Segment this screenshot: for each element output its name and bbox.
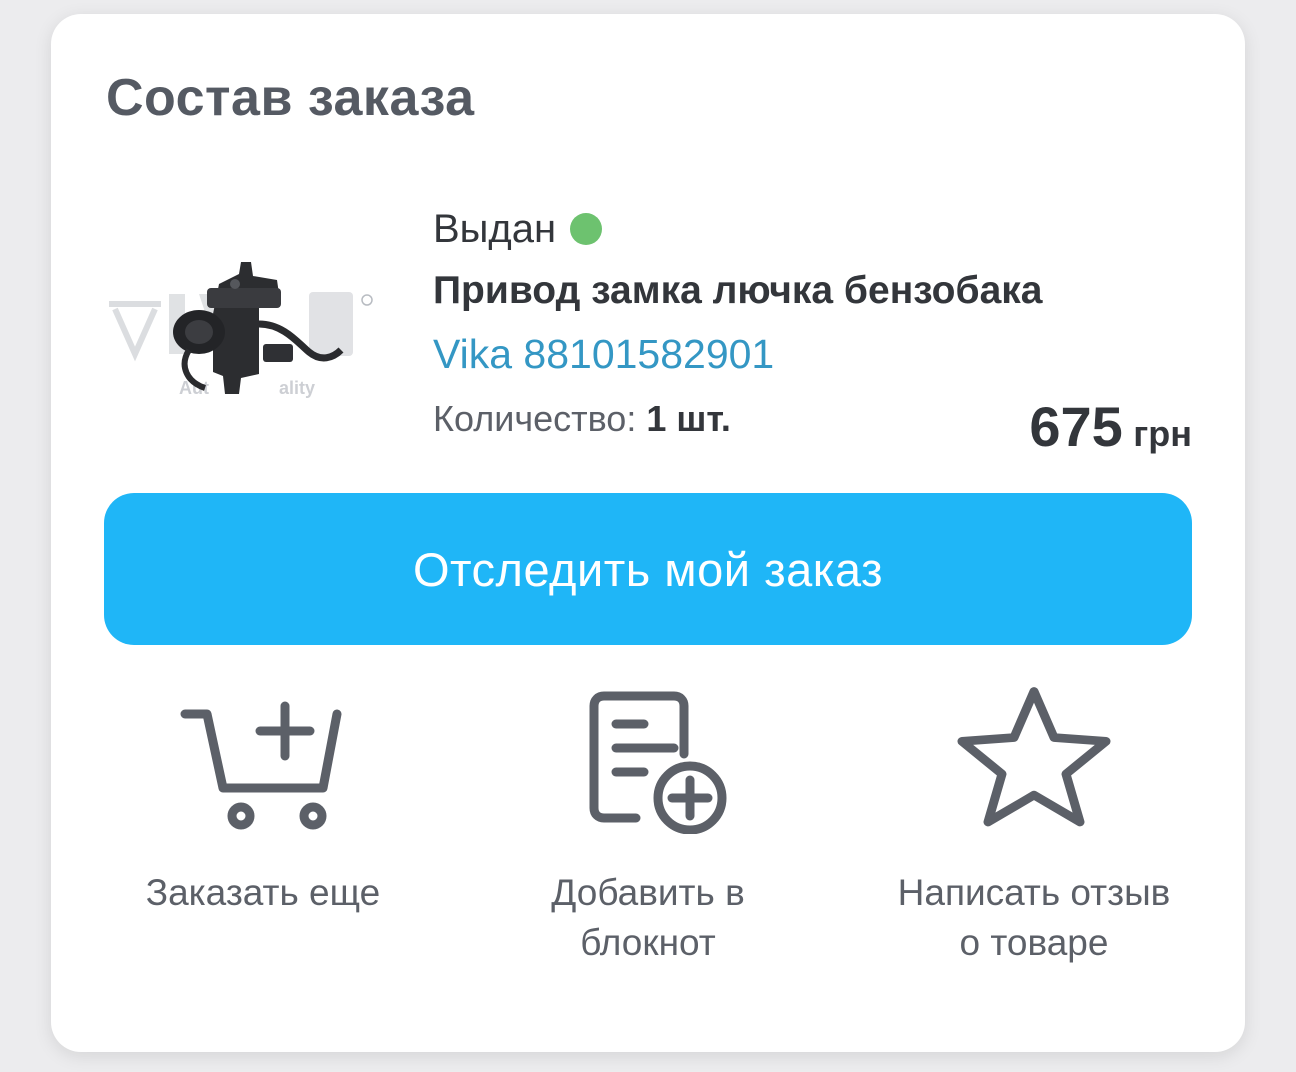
add-to-notebook-action[interactable]: Добавить в блокнот (468, 684, 828, 968)
track-order-button[interactable]: Отследить мой заказ (104, 493, 1192, 645)
order-composition-card: Состав заказа Aut ality Выдан Привод зам… (51, 14, 1245, 1052)
write-review-action[interactable]: Написать отзыв о товаре (854, 684, 1214, 968)
reorder-action[interactable]: Заказать еще (83, 684, 443, 918)
order-status: Выдан (433, 202, 603, 256)
status-indicator-dot (570, 213, 603, 245)
item-price: 675 грн (1029, 396, 1192, 458)
product-name: Привод замка лючка бензобака (433, 269, 1043, 312)
section-title: Состав заказа (106, 69, 475, 127)
reorder-label: Заказать еще (145, 872, 381, 913)
price-amount: 675 (1029, 395, 1123, 458)
document-plus-icon (589, 691, 727, 834)
quantity-line: Количество: 1 шт. (433, 394, 731, 444)
product-image[interactable]: Aut ality (109, 254, 379, 414)
status-label: Выдан (433, 207, 557, 251)
product-photo-icon: Aut ality (109, 262, 373, 398)
write-review-label: Написать отзыв о товаре (897, 872, 1171, 963)
cart-plus-icon (180, 701, 342, 830)
order-actions: Заказать еще Добавить в блокнот Написать… (51, 684, 1245, 1014)
quantity-value: 1 шт. (646, 398, 731, 439)
add-to-notebook-label: Добавить в блокнот (551, 872, 745, 963)
svg-text:ality: ality (279, 378, 315, 398)
star-outline-icon (957, 687, 1111, 827)
product-sku-link[interactable]: Vika 88101582901 (433, 326, 774, 382)
price-currency: грн (1133, 413, 1192, 454)
quantity-label: Количество: (433, 398, 637, 439)
